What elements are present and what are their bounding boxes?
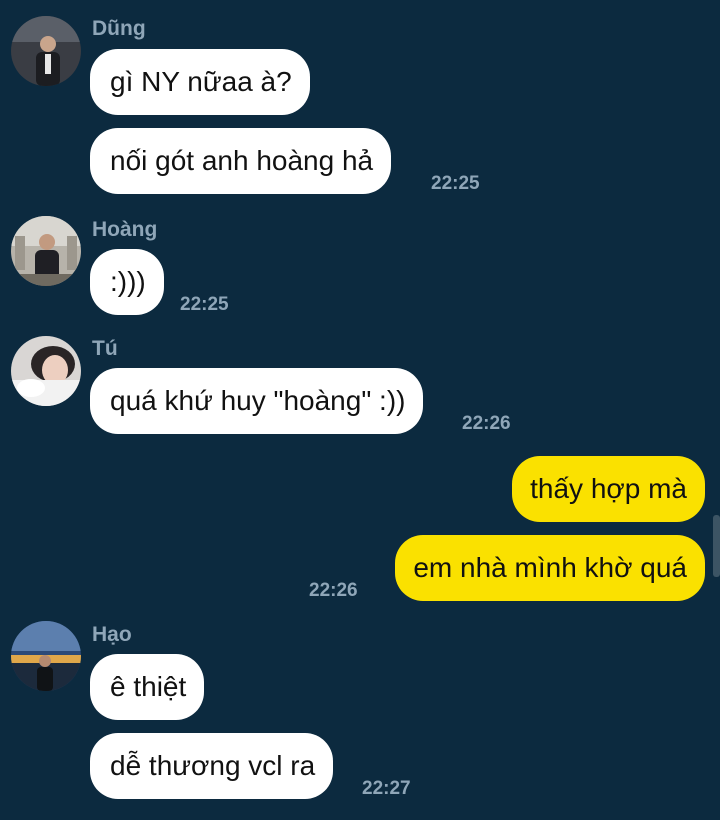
message-bubble[interactable]: ê thiệt (90, 654, 205, 720)
scrollbar-thumb[interactable] (713, 515, 720, 577)
avatar-hoang-image (11, 216, 81, 286)
sender-name: Hạo (92, 623, 132, 646)
sender-name: Dũng (92, 17, 146, 40)
message-bubble[interactable]: quá khứ huy "hoàng" :)) (90, 368, 424, 434)
message-time: 22:25 (431, 173, 480, 194)
message-time: 22:26 (462, 413, 511, 434)
outgoing-message-bubble[interactable]: em nhà mình khờ quá (395, 535, 705, 601)
sender-name: Tú (92, 337, 118, 360)
message-time: 22:25 (180, 294, 229, 315)
message-time: 22:26 (309, 580, 358, 601)
message-bubble[interactable]: dễ thương vcl ra (90, 733, 334, 799)
avatar-hao[interactable] (11, 621, 81, 691)
message-bubble[interactable]: gì NY nữaa à? (90, 49, 310, 115)
outgoing-message-bubble[interactable]: thấy hợp mà (512, 456, 705, 522)
avatar-tu-image (11, 336, 81, 406)
avatar-hao-image (11, 621, 81, 691)
message-bubble[interactable]: nối gót anh hoàng hả (90, 128, 392, 194)
avatar-tu[interactable] (11, 336, 81, 406)
avatar-hoang[interactable] (11, 216, 81, 286)
message-bubble[interactable]: :))) (90, 249, 164, 315)
message-time: 22:27 (362, 778, 411, 799)
avatar-dung[interactable] (11, 16, 81, 86)
sender-name: Hoàng (92, 218, 158, 241)
avatar-dung-image (11, 16, 81, 86)
